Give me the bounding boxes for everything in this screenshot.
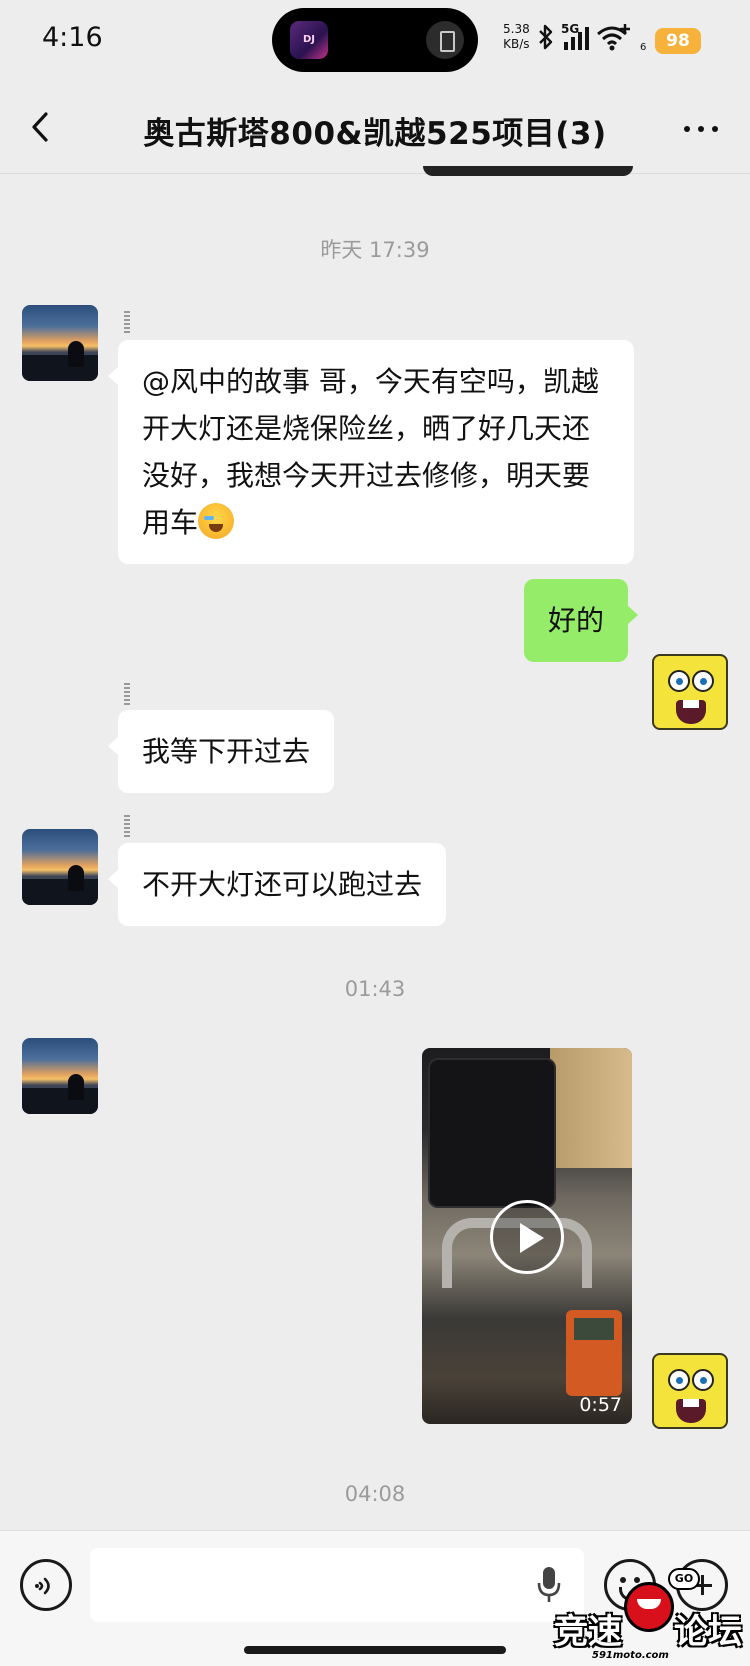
voice-input-toggle[interactable]: [20, 1559, 72, 1611]
bluetooth-icon: [539, 24, 553, 50]
dynamic-island[interactable]: DJ: [272, 8, 478, 72]
contact-avatar[interactable]: [22, 829, 98, 905]
video-thumbnail-detail: [566, 1310, 622, 1396]
contact-avatar[interactable]: [22, 1038, 98, 1114]
message-text: 好的: [548, 604, 605, 637]
island-app-icon[interactable]: DJ: [290, 21, 328, 59]
self-avatar[interactable]: [652, 654, 728, 730]
previous-message-edge: [423, 166, 633, 176]
sender-name-tag: [124, 815, 130, 837]
message-text: 我等下开过去: [142, 735, 311, 768]
sender-name-tag: [124, 311, 130, 333]
timestamp-separator: 昨天 17:39: [320, 238, 430, 262]
play-icon[interactable]: [490, 1200, 564, 1274]
sender-name-tag: [124, 683, 130, 705]
status-time: 4:16: [42, 22, 103, 53]
chat-header: 奥古斯塔800&凯越525项目(3): [0, 82, 750, 174]
self-avatar[interactable]: [652, 1353, 728, 1429]
network-speed-value: 5.38: [503, 22, 530, 36]
timestamp-separator: 01:43: [344, 977, 406, 1001]
chat-title: 奥古斯塔800&凯越525项目(3): [143, 116, 607, 152]
video-message[interactable]: 0:57: [422, 1048, 632, 1424]
message-bubble-incoming[interactable]: 不开大灯还可以跑过去: [107, 843, 447, 926]
video-thumbnail-detail: [428, 1058, 556, 1208]
message-input[interactable]: [90, 1548, 584, 1622]
home-indicator[interactable]: [244, 1646, 506, 1654]
watermark-text-left: 竞速: [554, 1612, 622, 1652]
battery-indicator: 98: [655, 28, 701, 54]
watermark-badge: GO: [668, 1568, 700, 1590]
crying-laughing-emoji-icon: [198, 503, 235, 539]
watermark-site: 591moto.com: [592, 1650, 669, 1661]
wifi-sub-label: 6: [640, 42, 647, 53]
voice-icon: [35, 1577, 50, 1595]
network-speed-unit: KB/s: [503, 37, 530, 51]
calculator-icon[interactable]: [426, 21, 464, 59]
timestamp-separator: 04:08: [344, 1482, 406, 1506]
video-duration: 0:57: [579, 1394, 622, 1416]
network-speed: 5.38 KB/s: [503, 22, 530, 52]
back-button[interactable]: [20, 104, 66, 150]
wifi-icon: [597, 24, 630, 51]
contact-avatar[interactable]: [22, 305, 98, 381]
cellular-signal-icon: [564, 27, 589, 50]
message-bubble-incoming[interactable]: @风中的故事 哥，今天有空吗，凯越开大灯还是烧保险丝，晒了好几天还没好，我想今天…: [108, 340, 634, 564]
message-bubble-incoming[interactable]: 我等下开过去: [107, 710, 335, 793]
video-thumbnail-detail: [550, 1048, 632, 1168]
more-options-button[interactable]: [676, 106, 726, 150]
message-text: 不开大灯还可以跑过去: [142, 868, 423, 901]
message-bubble-outgoing[interactable]: 好的: [524, 579, 639, 662]
forum-watermark-logo: 竞速 GO 论坛 591moto.com: [552, 1560, 748, 1666]
mascot-face-icon: [624, 1582, 674, 1632]
watermark-text-right: 论坛: [674, 1612, 742, 1652]
status-bar: 4:16 DJ 5.38 KB/s 5G 6 98: [0, 0, 750, 82]
